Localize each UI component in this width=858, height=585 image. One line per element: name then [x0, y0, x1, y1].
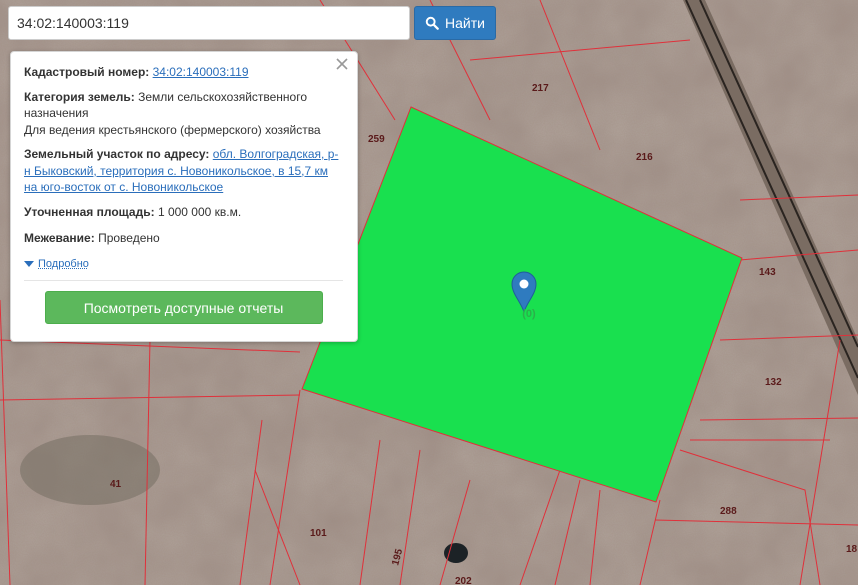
address-label: Земельный участок по адресу: — [24, 147, 210, 161]
address-link-end[interactable]: на юго-восток от с. Новоникольское — [24, 180, 223, 194]
survey-row: Межевание: Проведено — [24, 230, 343, 247]
plot-label: 202 — [455, 576, 472, 585]
search-input[interactable] — [8, 6, 410, 40]
divider — [24, 280, 343, 281]
survey-label: Межевание: — [24, 231, 95, 245]
plot-label: 143 — [759, 267, 776, 278]
plot-label: 18 — [846, 544, 858, 555]
cadastral-link[interactable]: 34:02:140003:119 — [153, 65, 249, 79]
category-value-cont: назначения — [24, 106, 89, 120]
survey-value: Проведено — [98, 231, 160, 245]
address-row: Земельный участок по адресу: обл. Волгог… — [24, 146, 343, 196]
parcel-info-panel: Кадастровый номер: 34:02:140003:119 Кате… — [10, 51, 358, 342]
cadastral-row: Кадастровый номер: 34:02:140003:119 — [24, 64, 343, 81]
plot-label: 101 — [310, 528, 327, 539]
caret-down-icon — [24, 260, 34, 267]
area-label: Уточненная площадь: — [24, 204, 155, 219]
category-value: Земли сельскохозяйственного — [138, 89, 308, 104]
address-link-cont[interactable]: н Быковский, территория с. Новоникольско… — [24, 164, 328, 178]
plot-label: 41 — [110, 479, 122, 490]
close-icon[interactable] — [335, 57, 349, 71]
area-value: 1 000 000 кв.м. — [157, 204, 242, 219]
search-button[interactable]: Найти — [414, 6, 496, 40]
search-bar: Найти — [8, 6, 496, 40]
search-icon — [425, 16, 439, 30]
address-link[interactable]: обл. Волгоградская, р- — [213, 147, 339, 161]
plot-label: 132 — [765, 377, 782, 388]
plot-label: 216 — [636, 152, 653, 163]
dark-patch — [20, 435, 160, 505]
search-button-label: Найти — [445, 15, 485, 31]
category-label: Категория земель: — [24, 89, 135, 104]
view-reports-button[interactable]: Посмотреть доступные отчеты — [44, 291, 323, 324]
usage-value: Для ведения крестьянского (фермерского) … — [24, 122, 321, 137]
details-toggle[interactable]: Подробно — [24, 256, 343, 273]
area-row: Уточненная площадь: 1 000 000 кв.м. — [24, 204, 343, 221]
plot-label: 217 — [532, 83, 549, 94]
plot-label: 288 — [720, 506, 737, 517]
plot-label: 259 — [368, 134, 385, 145]
cadastral-label: Кадастровый номер: — [24, 65, 150, 79]
details-link[interactable]: Подробно — [38, 256, 89, 273]
parcel-label: (0) — [522, 308, 536, 320]
category-row: Категория земель: Земли сельскохозяйстве… — [24, 89, 343, 139]
